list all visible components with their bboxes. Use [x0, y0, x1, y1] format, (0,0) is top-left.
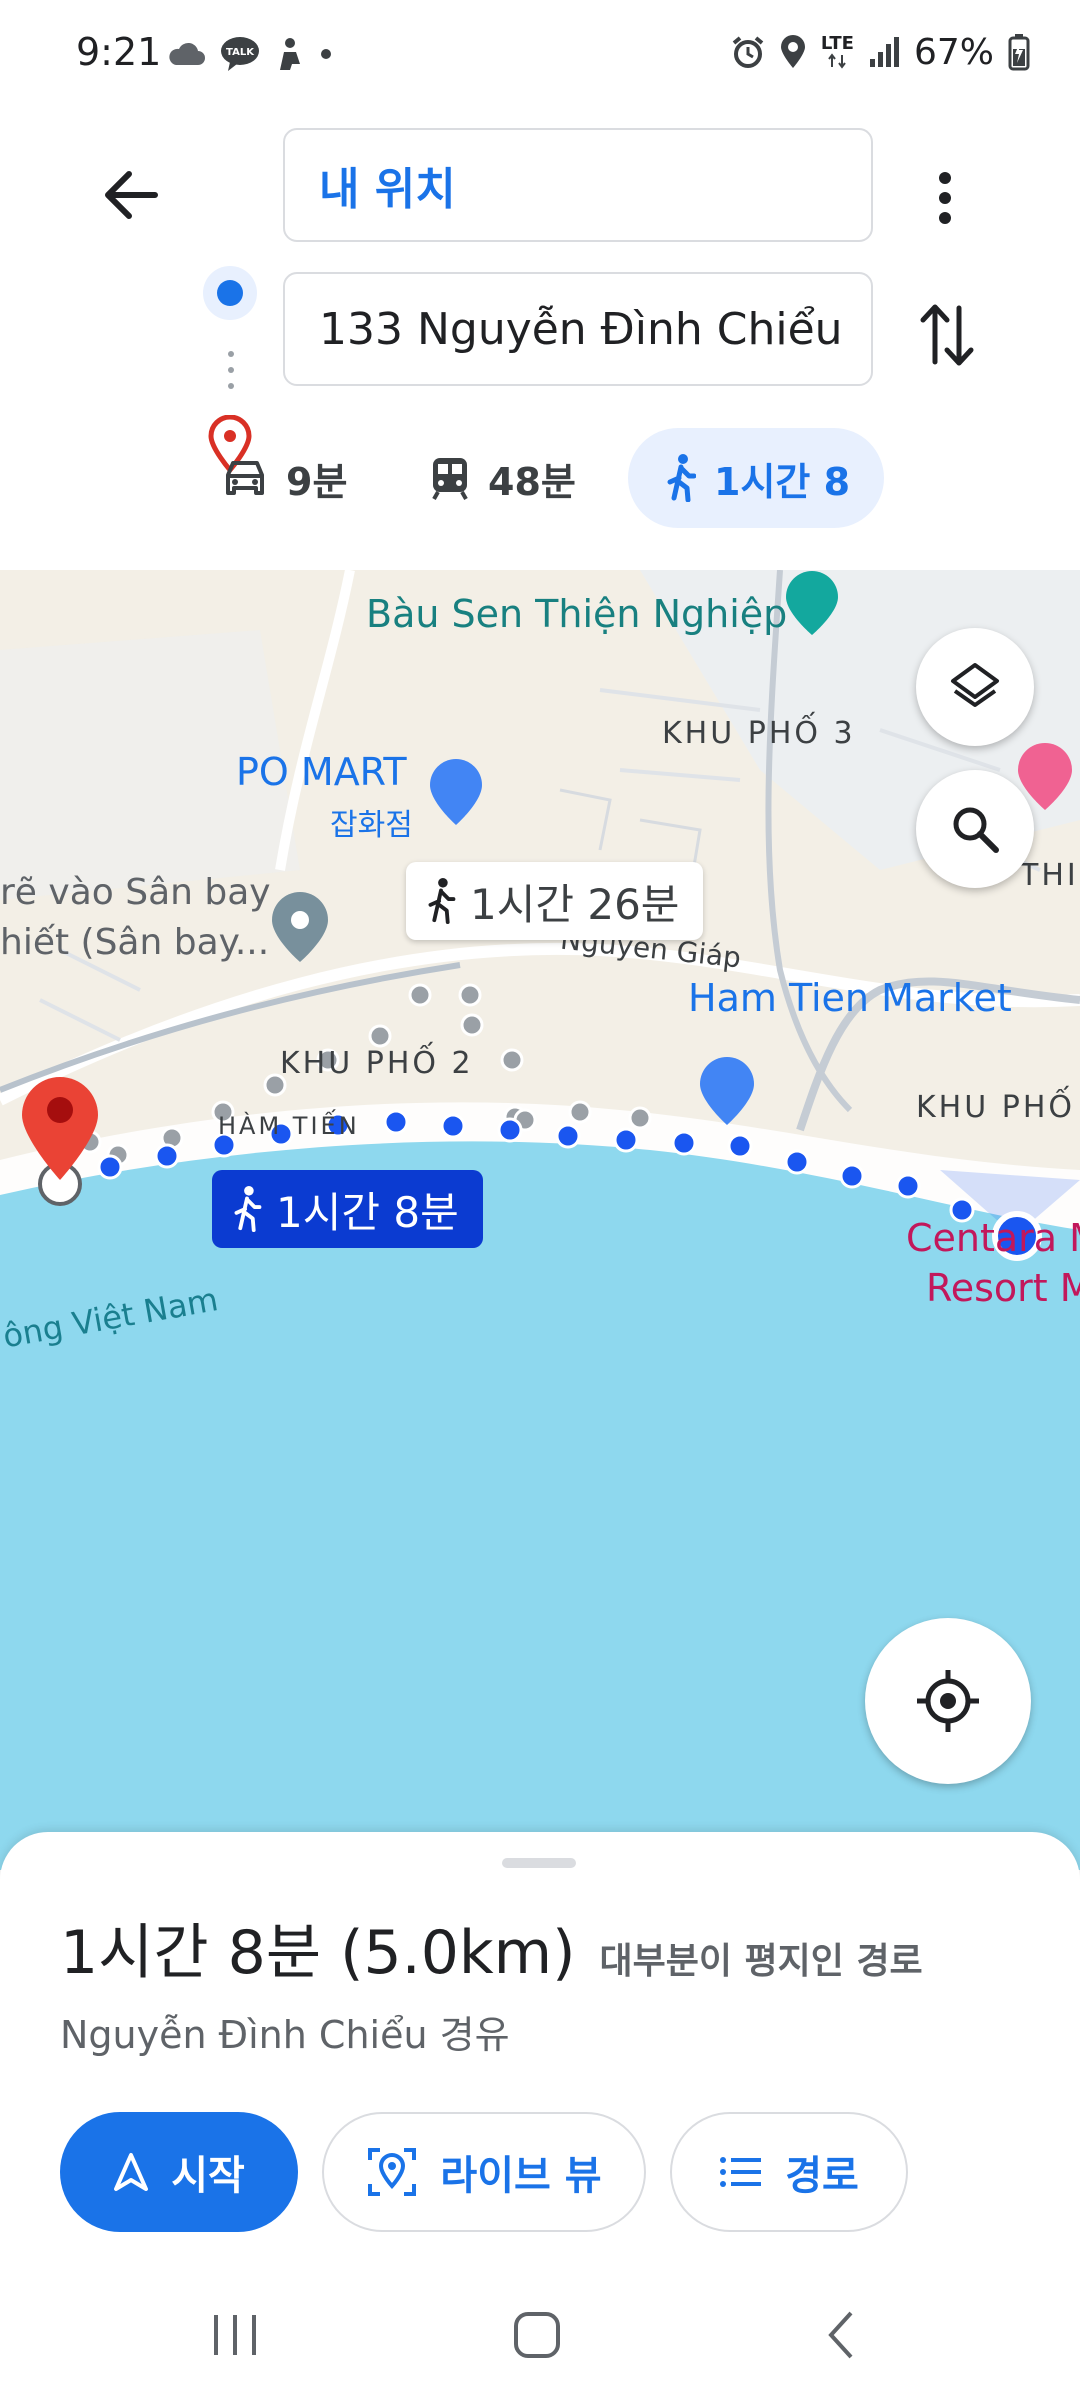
network-indicator: LTE [821, 35, 854, 69]
more-vert-icon [939, 172, 951, 224]
dot-icon [321, 49, 331, 59]
layers-icon [951, 663, 999, 707]
walk-icon [667, 454, 696, 502]
recent-apps-button[interactable] [190, 2300, 280, 2370]
start-navigation-button[interactable]: 시작 [60, 2112, 298, 2232]
map-search-button[interactable] [916, 770, 1034, 888]
search-icon [953, 807, 999, 853]
live-view-label: 라이브 뷰 [440, 2153, 602, 2199]
start-label: 시작 [171, 2153, 245, 2199]
route-summary: 1시간 8분 (5.0km) 대부분이 평지인 경로 [60, 1904, 923, 1991]
origin-field[interactable]: 내 위치 [283, 128, 873, 242]
district-khu-pho-label: KHU PHỐ [916, 1090, 1075, 1125]
status-right: LTE 67% [731, 30, 1030, 74]
live-view-button[interactable]: 라이브 뷰 [322, 2112, 646, 2232]
notification-icon [280, 38, 300, 70]
swap-button[interactable] [912, 295, 982, 375]
mode-walk-label: 1시간 8 [714, 459, 851, 504]
data-arrows-icon [828, 53, 847, 69]
mode-drive-tab[interactable]: 9분 [222, 428, 347, 528]
area-ham-tien-label: HÀM TIẾN [218, 1112, 360, 1140]
alt-route-callout[interactable]: 1시간 26분 [406, 862, 704, 940]
route-via: Nguyễn Đình Chiểu 경유 [60, 2013, 510, 2057]
signal-icon [869, 37, 899, 67]
cloud-icon [169, 42, 205, 65]
status-left-icons: TALK [166, 32, 334, 76]
my-location-icon [917, 1670, 979, 1732]
mode-transit-tab[interactable]: 48분 [430, 428, 576, 528]
mode-walk-tab[interactable]: 1시간 8 [628, 428, 884, 528]
poi-centara-label-line1[interactable]: Centara M [906, 1216, 1080, 1260]
car-icon [226, 461, 264, 495]
network-type: LTE [820, 33, 854, 54]
route-duration-distance: 1시간 8분 (5.0km) [60, 1918, 576, 1988]
poi-airport-label-line1[interactable]: rẽ vào Sân bay [0, 872, 271, 913]
kakaotalk-icon: TALK [221, 37, 259, 71]
map-view[interactable]: Bàu Sen Thiện Nghiệp KHU PHỐ 3 PO MART 잡… [0, 570, 1080, 1870]
my-location-button[interactable] [865, 1618, 1031, 1784]
status-time: 9:21 [76, 30, 162, 74]
live-view-icon [368, 2148, 417, 2196]
route-connector [228, 351, 234, 389]
alt-route-time: 1시간 26분 [470, 879, 680, 929]
navigation-arrow-icon [114, 2153, 149, 2191]
alarm-icon [732, 36, 764, 68]
location-icon [780, 35, 805, 68]
directions-header: 내 위치 133 Nguyễn Đình Chiểu 9분 48분 1시간 8 [0, 110, 1080, 570]
poi-centara-label-line2[interactable]: Resort M [926, 1266, 1080, 1310]
mode-drive-label: 9분 [286, 459, 348, 504]
svg-text:TALK: TALK [226, 47, 255, 58]
poi-po-mart-sub-label: 잡화점 [330, 808, 413, 843]
home-icon [514, 2312, 560, 2358]
train-icon [432, 458, 468, 500]
poi-bau-sen-label[interactable]: Bàu Sen Thiện Nghiệp [366, 592, 787, 636]
system-back-button[interactable] [796, 2300, 886, 2370]
travel-mode-tabs: 9분 48분 1시간 8 [0, 428, 1080, 528]
poi-airport-label-line2[interactable]: hiết (Sân bay... [0, 922, 269, 963]
district-khu-pho-3-label: KHU PHỐ 3 [662, 716, 856, 751]
destination-field[interactable]: 133 Nguyễn Đình Chiểu [283, 272, 873, 386]
recent-apps-icon [214, 2315, 256, 2355]
more-options-button[interactable] [915, 158, 975, 238]
walk-icon [428, 878, 456, 924]
sheet-drag-handle[interactable] [502, 1858, 576, 1868]
main-route-time: 1시간 8분 [276, 1187, 459, 1237]
main-route-callout[interactable]: 1시간 8분 [212, 1170, 483, 1248]
back-arrow-button[interactable] [96, 160, 166, 230]
steps-button[interactable]: 경로 [670, 2112, 908, 2232]
route-actions: 시작 라이브 뷰 경로 [0, 2112, 1080, 2232]
district-khu-pho-2-label: KHU PHỐ 2 [280, 1046, 474, 1081]
mode-transit-label: 48분 [488, 459, 576, 504]
battery-icon [1008, 34, 1030, 71]
poi-ham-tien-market-label[interactable]: Ham Tien Market [688, 976, 1012, 1020]
walk-icon [234, 1186, 262, 1232]
label-thi: THI [1020, 858, 1079, 893]
route-terrain-note: 대부분이 평지인 경로 [599, 1941, 923, 1982]
system-nav-bar [0, 2270, 1080, 2400]
layers-button[interactable] [916, 628, 1034, 746]
steps-label: 경로 [785, 2153, 859, 2199]
poi-po-mart-label[interactable]: PO MART [236, 750, 407, 794]
status-bar: 9:21 TALK LTE 67% [0, 0, 1080, 110]
arrow-back-icon [105, 171, 158, 219]
chevron-left-icon [828, 2311, 853, 2359]
list-icon [720, 2157, 762, 2187]
home-button[interactable] [492, 2300, 582, 2370]
swap-vert-icon [920, 304, 974, 366]
battery-percent: 67% [913, 31, 994, 73]
origin-dot-icon [200, 263, 260, 323]
